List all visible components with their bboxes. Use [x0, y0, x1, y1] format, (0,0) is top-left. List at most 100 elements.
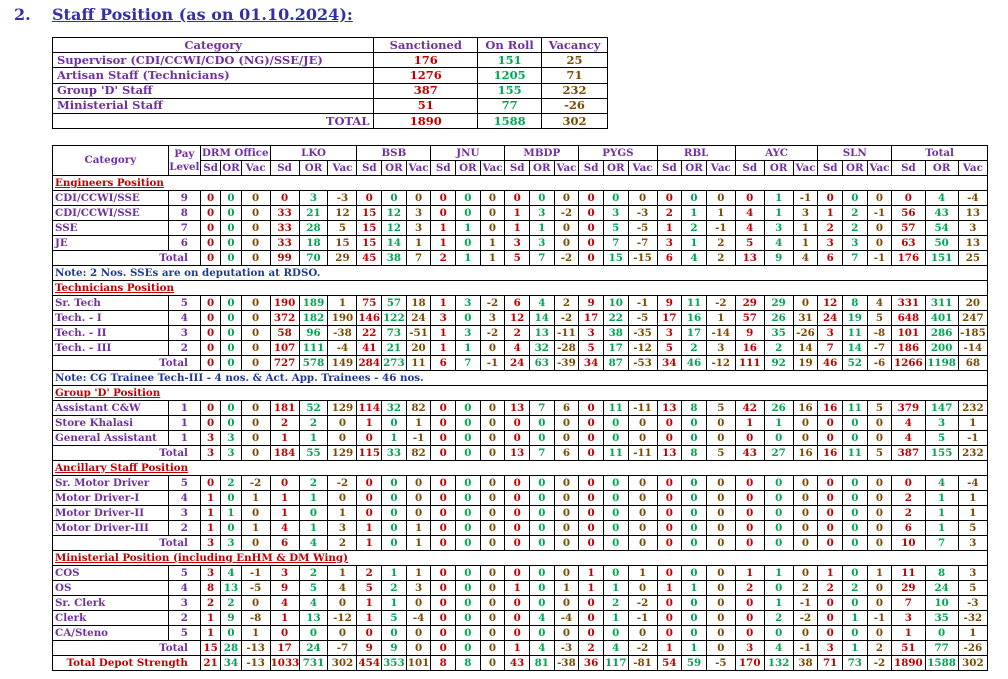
cell-or: 0	[763, 505, 794, 521]
cell-vac: 0	[866, 625, 893, 641]
cell-sd: 0	[504, 520, 530, 536]
cell-sd: 1	[578, 580, 604, 596]
cell-sd: 4	[269, 595, 300, 611]
cell-sd: 1	[199, 610, 222, 626]
cell-sd: 33	[269, 220, 300, 236]
cell-or: 2	[841, 205, 868, 221]
cell-vac: 0	[705, 520, 736, 536]
cell-sd: 0	[430, 445, 457, 461]
cell-sd: 45	[356, 250, 383, 266]
cell-or: 27	[763, 445, 794, 461]
cell-sd: 1	[504, 580, 530, 596]
cell-vac: 5	[866, 445, 893, 461]
cell-sd: 1	[199, 520, 222, 536]
cell-sd: 0	[199, 250, 222, 266]
sub-header-vac: Vac	[866, 160, 893, 176]
cell-sd: 0	[656, 535, 683, 551]
note-text: Note: 2 Nos. SSEs are on deputation at R…	[52, 265, 988, 281]
cell-sd: 454	[356, 655, 383, 671]
cell-sd: 41	[356, 340, 383, 356]
cell-sd: 107	[269, 340, 300, 356]
cell-sd: 0	[430, 475, 457, 491]
total-row: Total 3 3 0 6 4 2 1 0 1 0 0 0 0 0 0 0 0 0 0 0 0 0 0 0 0 0 0 10 7 3	[52, 535, 989, 551]
cell-vac: 0	[327, 625, 358, 641]
cell-or: 38	[602, 325, 629, 341]
cell-or: 0	[381, 190, 407, 206]
cell-sd: 3	[656, 325, 683, 341]
cell-sd: 387	[891, 445, 926, 461]
cell-vac: 3	[405, 205, 432, 221]
sub-header-or: OR	[455, 160, 481, 176]
cell-sd: 1	[356, 520, 383, 536]
cell-or: 4	[924, 190, 959, 206]
cell-vac: -2	[553, 310, 580, 326]
staff-position-table: Category Pay Level DRM Office LKO BSB JN…	[52, 145, 989, 671]
cell-or: 0	[220, 490, 242, 506]
cell-vac: 0	[240, 220, 271, 236]
cell-or: 7	[602, 235, 629, 251]
cell-vac: -2	[327, 475, 358, 491]
cell-vac: -7	[866, 340, 893, 356]
cell-sd: 0	[199, 355, 222, 371]
sub-header-vac: Vac	[327, 160, 358, 176]
location-header: Total	[891, 145, 988, 161]
cell-or: 1	[924, 490, 959, 506]
cell-or: 0	[455, 595, 481, 611]
cell-or: 0	[455, 610, 481, 626]
cell-sd: 0	[817, 625, 843, 641]
cell-sd: 1	[817, 205, 843, 221]
cell-vac: 0	[327, 595, 358, 611]
summary-category: Ministerial Staff	[51, 97, 375, 114]
cell-sd: 0	[578, 610, 604, 626]
cell-or: 0	[602, 520, 629, 536]
sub-header-or: OR	[529, 160, 555, 176]
cell-vac: 0	[866, 520, 893, 536]
data-row: JE 6 0 0 0 33 18 15 15 14 1 1 0 1 3 3 0 0 7 -7 3 1 2 5 4 1 3 3 0 63 50…	[52, 235, 989, 251]
cell-sd: 1890	[891, 655, 926, 671]
cell-or: 200	[924, 340, 959, 356]
cell-vac: 68	[957, 355, 989, 371]
cell-or: 0	[841, 430, 868, 446]
cell-sd: 0	[356, 625, 383, 641]
section-title: Ancillary Staff Position	[52, 460, 988, 476]
cell-or: 12	[381, 220, 407, 236]
cell-vac: 5	[705, 400, 736, 416]
cell-vac: 1	[957, 505, 989, 521]
cell-vac: 0	[479, 520, 506, 536]
note-row: Note: 2 Nos. SSEs are on deputation at R…	[52, 265, 988, 281]
cell-vac: -2	[479, 295, 506, 311]
cell-vac: 0	[240, 310, 271, 326]
cell-or: 0	[529, 475, 555, 491]
cell-sd: 0	[504, 595, 530, 611]
cell-vac: 0	[479, 595, 506, 611]
cell-sd: 0	[656, 190, 683, 206]
cell-sd: 1	[269, 505, 300, 521]
cell-vac: 0	[479, 565, 506, 581]
cell-vac: 232	[957, 400, 989, 416]
cell-sd: 3	[891, 610, 926, 626]
cell-or: 578	[298, 355, 329, 371]
cell-sd: 6	[430, 355, 457, 371]
cell-sd: 0	[734, 505, 765, 521]
cell-sd: 5	[656, 340, 683, 356]
cell-sd: 0	[199, 220, 222, 236]
cell-vac: 3	[957, 535, 989, 551]
cell-or: 286	[924, 325, 959, 341]
cell-sd: 284	[356, 355, 383, 371]
cell-vac: 1	[705, 310, 736, 326]
cell-or: 63	[529, 355, 555, 371]
cell-vac: 1	[957, 625, 989, 641]
cell-or: 96	[298, 325, 329, 341]
cell-sd: 0	[656, 475, 683, 491]
summary-row: Group 'D' Staff 387 155 232	[51, 82, 608, 99]
cell-sd: 15	[356, 205, 383, 221]
cell-or: 0	[602, 430, 629, 446]
cell-or: 0	[220, 400, 242, 416]
cell-sd: 0	[656, 625, 683, 641]
cell-or: 0	[602, 535, 629, 551]
cell-vac: 0	[553, 415, 580, 431]
cell-vac: 2	[553, 295, 580, 311]
section-title: Technicians Position	[52, 280, 988, 296]
row-category: Motor Driver-II	[52, 505, 169, 521]
cell-sd: 9	[734, 325, 765, 341]
